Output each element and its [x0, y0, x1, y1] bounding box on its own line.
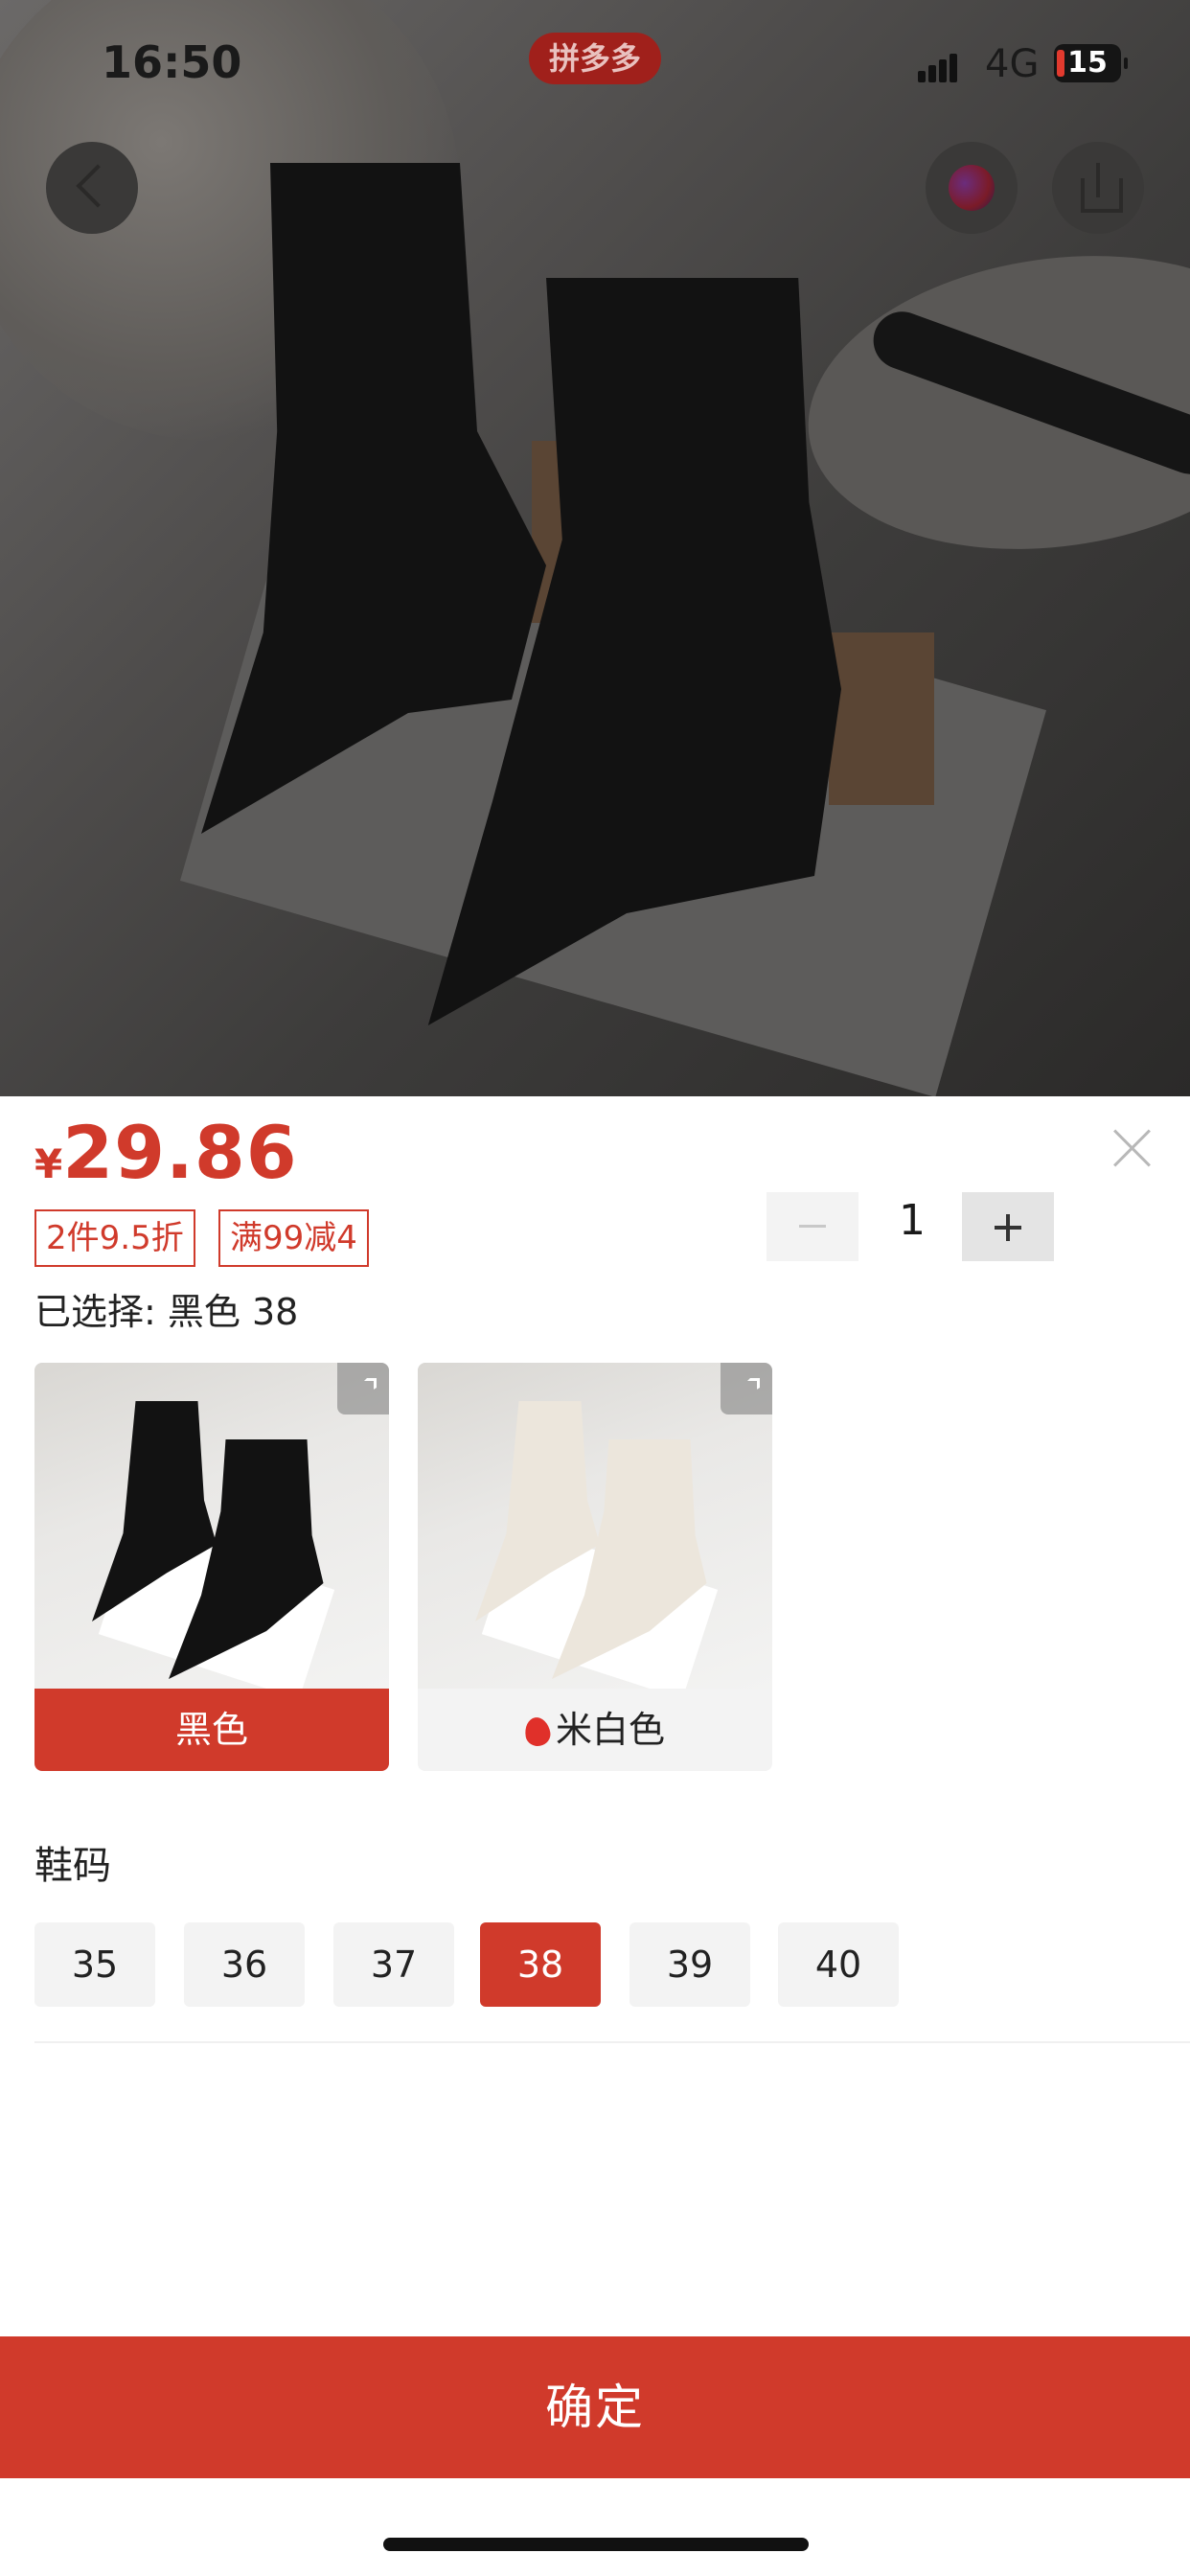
price-amount: 29.86 [62, 1110, 298, 1195]
heart-icon [949, 165, 995, 211]
back-button[interactable] [46, 142, 138, 234]
status-time: 16:50 [102, 36, 242, 88]
color-label-row: 米白色 [418, 1689, 772, 1771]
boot-heel [829, 632, 934, 805]
close-icon[interactable] [1111, 1127, 1154, 1169]
share-arrow [1096, 163, 1100, 197]
size-option[interactable]: 40 [778, 1922, 899, 2007]
color-label: 黑色 [34, 1689, 389, 1771]
selected-summary: 已选择: 黑色 38 [34, 1291, 299, 1333]
quantity-value[interactable]: 1 [874, 1196, 950, 1245]
app-badge: 拼多多 [529, 33, 661, 84]
promo-tag: 满99减4 [218, 1209, 369, 1267]
battery-level: 15 [1067, 46, 1108, 80]
price: ¥29.86 [34, 1110, 298, 1195]
size-option[interactable]: 39 [629, 1922, 750, 2007]
size-section-title: 鞋码 [34, 1844, 111, 1888]
color-option-black[interactable]: 黑色 [34, 1363, 389, 1771]
color-thumbnail [418, 1363, 772, 1689]
signal-icon [918, 52, 957, 82]
size-option[interactable]: 37 [333, 1922, 454, 2007]
currency-symbol: ¥ [34, 1140, 63, 1187]
status-bar: 16:50 拼多多 4G 15 [0, 0, 1190, 134]
quantity-increase-button[interactable] [962, 1192, 1054, 1261]
promo-tag: 2件9.5折 [34, 1209, 195, 1267]
favorite-button[interactable] [926, 142, 1018, 234]
share-button[interactable] [1052, 142, 1144, 234]
quantity-decrease-button[interactable] [767, 1192, 858, 1261]
network-type: 4G [985, 42, 1040, 86]
home-indicator[interactable] [383, 2538, 809, 2551]
battery-icon: 15 [1054, 44, 1128, 82]
expand-icon[interactable] [721, 1363, 772, 1414]
share-icon [1081, 178, 1123, 213]
expand-icon[interactable] [337, 1363, 389, 1414]
size-option[interactable]: 35 [34, 1922, 155, 2007]
color-option-offwhite[interactable]: 米白色 [418, 1363, 772, 1771]
color-label: 米白色 [555, 1709, 665, 1751]
confirm-button[interactable]: 确定 [0, 2336, 1190, 2478]
size-option[interactable]: 36 [184, 1922, 305, 2007]
divider [34, 2041, 1190, 2043]
color-thumbnail [34, 1363, 389, 1689]
fire-icon [522, 1714, 553, 1749]
size-option-selected[interactable]: 38 [480, 1922, 601, 2007]
